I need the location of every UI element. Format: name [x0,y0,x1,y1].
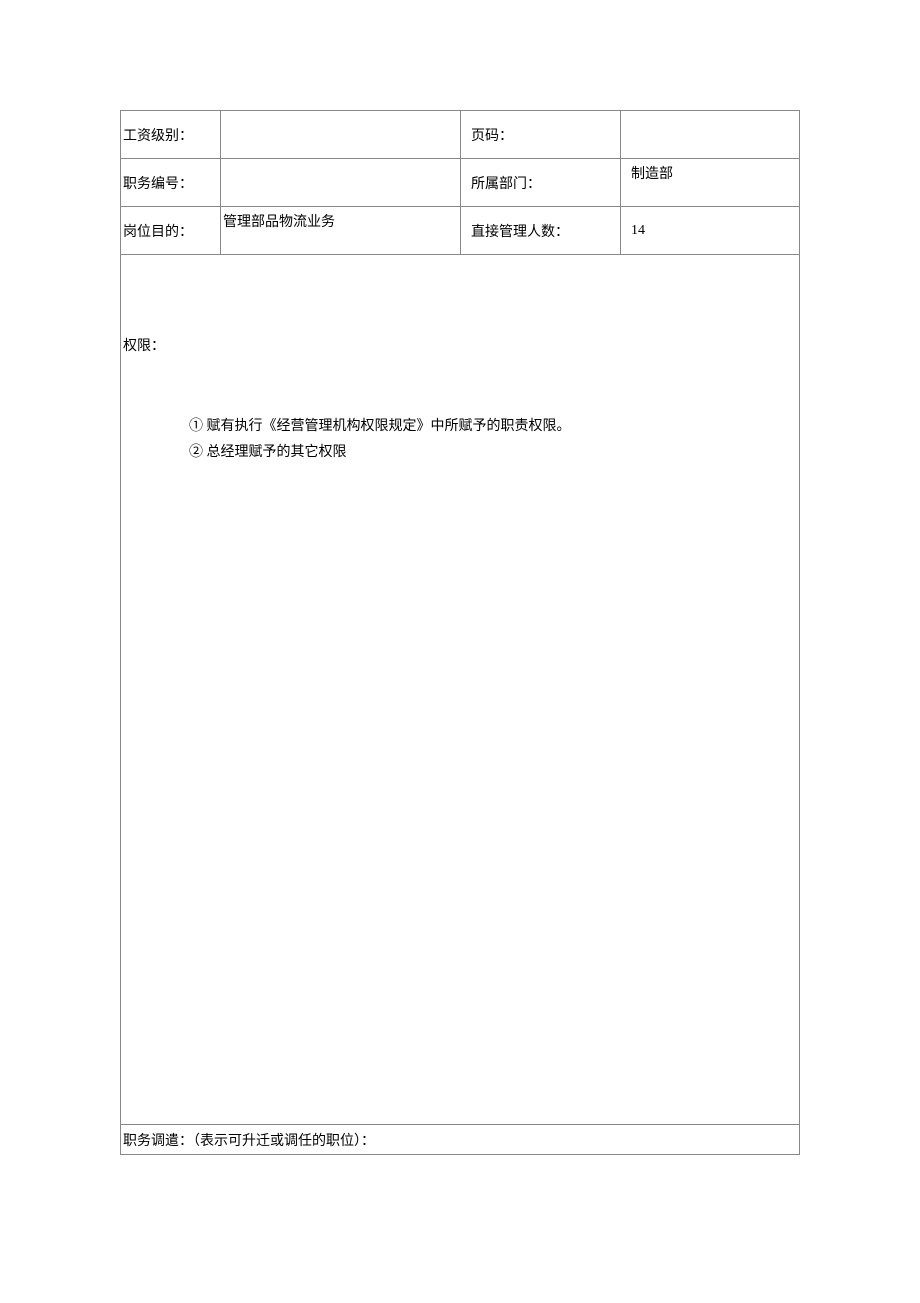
job-number-label: 职务编号： [121,159,221,207]
authority-item: ① 赋有执行《经营管理机构权限规定》中所赋予的职责权限。 [189,415,571,439]
transfer-cell: 职务调遣：（表示可升迁或调任的职位）： [121,1125,800,1155]
authority-label: 权限： [123,335,165,355]
authority-cell: 权限： ① 赋有执行《经营管理机构权限规定》中所赋予的职责权限。 ② 总经理赋予… [121,255,800,1125]
direct-manage-label: 直接管理人数： [461,207,621,255]
direct-manage-value: 14 [621,207,800,255]
page-label: 页码： [461,111,621,159]
salary-level-value [221,111,461,159]
job-description-table: 工资级别： 页码： 职务编号： 所属部门： 制造部 岗位目的： 管理部品物流业务… [120,110,800,1155]
authority-list: ① 赋有执行《经营管理机构权限规定》中所赋予的职责权限。 ② 总经理赋予的其它权… [189,415,571,467]
salary-level-label: 工资级别： [121,111,221,159]
purpose-label: 岗位目的： [121,207,221,255]
department-value: 制造部 [621,159,800,207]
purpose-value: 管理部品物流业务 [221,207,461,255]
page-value [621,111,800,159]
job-number-value [221,159,461,207]
department-label: 所属部门： [461,159,621,207]
authority-item: ② 总经理赋予的其它权限 [189,441,571,465]
